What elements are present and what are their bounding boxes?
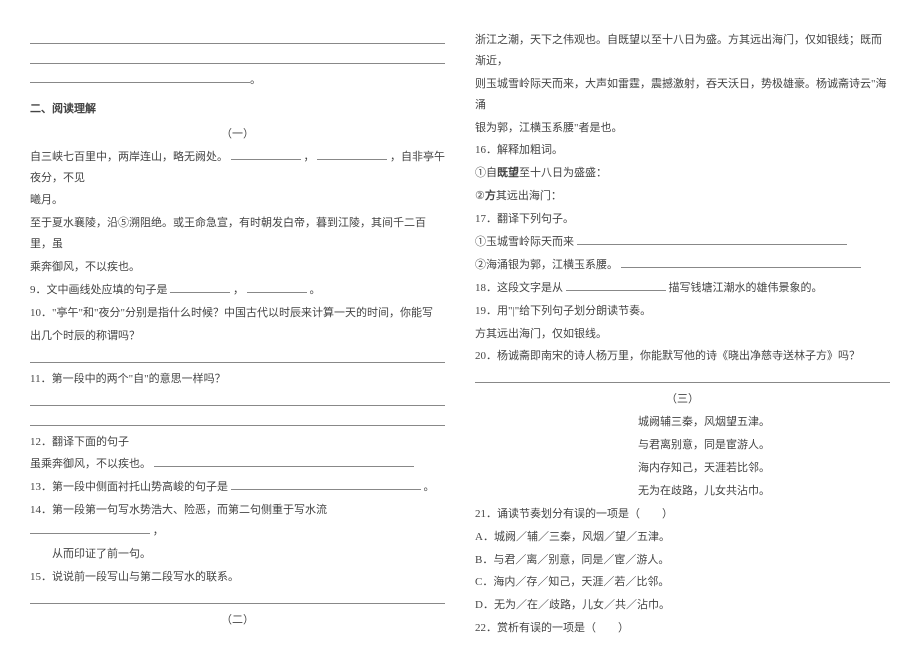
blank-line — [30, 392, 445, 406]
question-16: 16．解释加粗词。 — [475, 140, 890, 161]
passage1-line3: 至于夏水襄陵，沿⑤溯阻绝。或王命急宣，有时朝发白帝，暮到江陵，其间千二百里，虽 — [30, 213, 445, 255]
passage1-line2: 曦月。 — [30, 190, 445, 211]
question-13: 13．第一段中侧面衬托山势高峻的句子是 。 — [30, 477, 445, 498]
page-container: 。 二、阅读理解 （一） 自三峡七百里中，两岸连山，略无阙处。 ， ，自非亭午夜… — [0, 0, 920, 661]
blank — [231, 159, 301, 160]
blank — [154, 466, 414, 467]
blank-line-short: 。 — [30, 70, 445, 91]
question-18: 18．这段文字是从 描写钱塘江潮水的雄伟景象的。 — [475, 278, 890, 299]
blank-line — [475, 369, 890, 383]
text: ①玉城雪岭际天而来 — [475, 236, 574, 248]
blank-line — [30, 50, 445, 64]
question-17: 17．翻译下列句子。 — [475, 209, 890, 230]
question-10-line1: 10．"亭午"和"夜分"分别是指什么时候？中国古代以时辰来计算一天的时间，你能写 — [30, 303, 445, 324]
text: 。 — [424, 481, 435, 493]
text: ②海涌银为郭，江横玉系腰。 — [475, 259, 618, 271]
passage2-line2: 则玉城雪岭际天而来，大声如雷霆，震撼激射，吞天沃日，势极雄豪。杨诚斋诗云"海涌 — [475, 74, 890, 116]
blank — [247, 292, 307, 293]
blank-line — [30, 590, 445, 604]
blank-line — [30, 349, 445, 363]
left-column: 。 二、阅读理解 （一） 自三峡七百里中，两岸连山，略无阙处。 ， ，自非亭午夜… — [30, 30, 445, 641]
text: 从而印证了前一句。 — [52, 548, 151, 560]
question-11: 11．第一段中的两个"自"的意思一样吗？ — [30, 369, 445, 390]
question-17-2: ②海涌银为郭，江横玉系腰。 — [475, 255, 890, 276]
question-21-c: C．海内／存／知己，天涯／若／比邻。 — [475, 572, 890, 593]
question-16-1: ①自既望至十八日为盛盛： — [475, 163, 890, 184]
question-14-line2: 从而印证了前一句。 — [30, 544, 445, 565]
question-12-line1: 12．翻译下面的句子 — [30, 432, 445, 453]
question-10-line2: 出几个时辰的称谓吗？ — [30, 326, 445, 347]
question-22: 22．赏析有误的一项是（ ） — [475, 618, 890, 639]
blank — [621, 267, 861, 268]
question-21-a: A．城阙／辅／三秦，风烟／望／五津。 — [475, 527, 890, 548]
question-14-line1: 14．第一段第一句写水势浩大、险恶，而第二句侧重于写水流 ， — [30, 500, 445, 542]
right-column: 浙江之潮，天下之伟观也。自既望以至十八日为盛。方其远出海门，仅如银线；既而渐近，… — [475, 30, 890, 641]
text: 至十八日为盛盛： — [519, 167, 607, 179]
question-17-1: ①玉城雪岭际天而来 — [475, 232, 890, 253]
bold-text: 方 — [485, 190, 496, 202]
blank — [30, 533, 150, 534]
poem-line4: 无为在歧路，儿女共沾巾。 — [475, 481, 890, 502]
text: ， — [233, 284, 244, 296]
blank — [231, 489, 421, 490]
passage1-line1: 自三峡七百里中，两岸连山，略无阙处。 ， ，自非亭午夜分，不见 — [30, 147, 445, 189]
text: ② — [475, 190, 485, 202]
passage-3-label: （三） — [475, 389, 890, 410]
question-21-b: B．与君／离／别意，同是／宦／游人。 — [475, 550, 890, 571]
question-21-d: D．无为／在／歧路，儿女／共／沾巾。 — [475, 595, 890, 616]
passage-2-label: （二） — [30, 610, 445, 631]
blank — [577, 244, 847, 245]
question-16-2: ②方其远出海门： — [475, 186, 890, 207]
blank — [566, 290, 666, 291]
blank-line — [30, 412, 445, 426]
text: 虽乘奔御风，不以疾也。 — [30, 458, 151, 470]
text: 13．第一段中侧面衬托山势高峻的句子是 — [30, 481, 228, 493]
passage1-line4: 乘奔御风，不以疾也。 — [30, 257, 445, 278]
poem-line3: 海内存知己，天涯若比邻。 — [475, 458, 890, 479]
poem-line2: 与君离别意，同是宦游人。 — [475, 435, 890, 456]
text: ， — [153, 525, 164, 537]
blank-line — [30, 30, 445, 44]
text: 18．这段文字是从 — [475, 282, 563, 294]
text: 描写钱塘江潮水的雄伟景象的。 — [669, 282, 823, 294]
text: 9．文中画线处应填的句子是 — [30, 284, 168, 296]
bold-text: 既望 — [497, 167, 519, 179]
question-20: 20．杨诚斋即南宋的诗人杨万里，你能默写他的诗《晓出净慈寺送林子方》吗？ — [475, 346, 890, 367]
section-title-reading: 二、阅读理解 — [30, 99, 445, 120]
question-12-line2: 虽乘奔御风，不以疾也。 — [30, 454, 445, 475]
passage2-line1: 浙江之潮，天下之伟观也。自既望以至十八日为盛。方其远出海门，仅如银线；既而渐近， — [475, 30, 890, 72]
passage2-line3: 银为郭，江横玉系腰"者是也。 — [475, 118, 890, 139]
text: 其远出海门： — [496, 190, 562, 202]
poem-line1: 城阙辅三秦，风烟望五津。 — [475, 412, 890, 433]
blank — [170, 292, 230, 293]
question-9: 9．文中画线处应填的句子是 ， 。 — [30, 280, 445, 301]
question-19: 19．用"|"给下列句子划分朗读节奏。 — [475, 301, 890, 322]
text: 。 — [310, 284, 321, 296]
question-21: 21．诵读节奏划分有误的一项是（ ） — [475, 504, 890, 525]
blank — [317, 159, 387, 160]
text: 14．第一段第一句写水势浩大、险恶，而第二句侧重于写水流 — [30, 504, 327, 516]
passage-1-label: （一） — [30, 124, 445, 145]
question-19-text: 方其远出海门，仅如银线。 — [475, 324, 890, 345]
question-15: 15．说说前一段写山与第二段写水的联系。 — [30, 567, 445, 588]
text: 自三峡七百里中，两岸连山，略无阙处。 — [30, 151, 228, 163]
text: ， — [304, 151, 315, 163]
text: ①自 — [475, 167, 497, 179]
